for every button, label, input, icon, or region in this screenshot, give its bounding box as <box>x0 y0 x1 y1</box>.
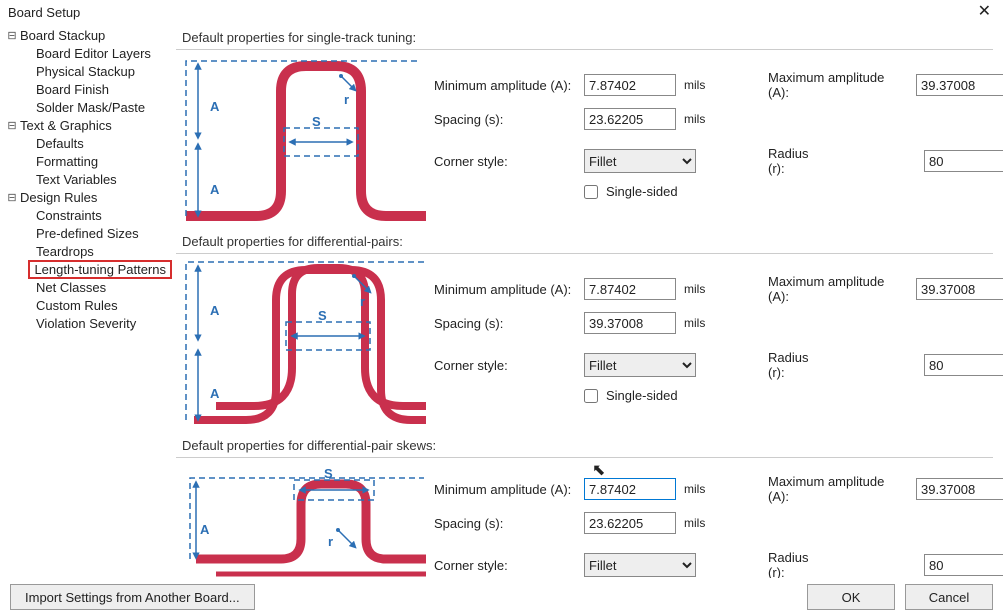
unit-mils: mils <box>684 78 710 92</box>
tree-item-violation-severity[interactable]: Violation Severity <box>6 314 172 332</box>
tree-item-design-rules[interactable]: ⊟Design Rules <box>6 188 172 206</box>
input-diff-min-amp[interactable] <box>584 278 676 300</box>
svg-text:S: S <box>324 466 333 481</box>
tree-item-custom-rules[interactable]: Custom Rules <box>6 296 172 314</box>
diagram-single-track: A A S r <box>176 56 426 226</box>
label-max-amp: Maximum amplitude (A): <box>768 70 908 100</box>
tree-item-length-tuning-patterns[interactable]: Length-tuning Patterns <box>6 260 172 278</box>
diagram-diff-pair: A A S r <box>176 260 426 430</box>
content-panel: Default properties for single-track tuni… <box>176 22 1003 578</box>
checkbox-diff-singlesided[interactable] <box>584 389 598 403</box>
tree-item-label: Teardrops <box>34 244 96 259</box>
input-single-radius[interactable] <box>924 150 1003 172</box>
tree-item-board-finish[interactable]: Board Finish <box>6 80 172 98</box>
input-single-max-amp[interactable] <box>916 74 1003 96</box>
tree-item-label: Defaults <box>34 136 86 151</box>
label-radius: Radius (r): <box>768 146 828 176</box>
section-header-single: Default properties for single-track tuni… <box>182 30 993 45</box>
select-single-corner[interactable]: Fillet <box>584 149 696 173</box>
svg-text:A: A <box>210 303 220 318</box>
tree-item-board-stackup[interactable]: ⊟Board Stackup <box>6 26 172 44</box>
window-title: Board Setup <box>8 5 80 20</box>
expander-icon[interactable]: ⊟ <box>6 29 18 42</box>
input-skew-spacing[interactable] <box>584 512 676 534</box>
tree-item-teardrops[interactable]: Teardrops <box>6 242 172 260</box>
tree-item-label: Length-tuning Patterns <box>28 260 172 279</box>
tree-item-label: Physical Stackup <box>34 64 137 79</box>
tree-item-label: Pre-defined Sizes <box>34 226 141 241</box>
tree-item-physical-stackup[interactable]: Physical Stackup <box>6 62 172 80</box>
tree-item-label: Constraints <box>34 208 104 223</box>
divider <box>176 457 993 458</box>
tree-item-text-variables[interactable]: Text Variables <box>6 170 172 188</box>
footer: Import Settings from Another Board... OK… <box>0 578 1003 616</box>
import-settings-button[interactable]: Import Settings from Another Board... <box>10 584 255 610</box>
input-skew-min-amp[interactable] <box>584 478 676 500</box>
tree-item-label: Text Variables <box>34 172 119 187</box>
expander-icon[interactable]: ⊟ <box>6 119 18 132</box>
label-r: r <box>344 92 349 107</box>
label-A: A <box>210 99 220 114</box>
label-A2: A <box>210 182 220 197</box>
tree-item-defaults[interactable]: Defaults <box>6 134 172 152</box>
input-single-min-amp[interactable] <box>584 74 676 96</box>
tree-item-solder-mask-paste[interactable]: Solder Mask/Paste <box>6 98 172 116</box>
input-single-spacing[interactable] <box>584 108 676 130</box>
input-skew-radius[interactable] <box>924 554 1003 576</box>
section-header-skew: Default properties for differential-pair… <box>182 438 993 453</box>
divider <box>176 49 993 50</box>
expander-icon[interactable]: ⊟ <box>6 191 18 204</box>
label-S: S <box>312 114 321 129</box>
tree-item-net-classes[interactable]: Net Classes <box>6 278 172 296</box>
input-diff-max-amp[interactable] <box>916 278 1003 300</box>
tree-item-label: Net Classes <box>34 280 108 295</box>
svg-text:r: r <box>360 294 365 309</box>
svg-text:r: r <box>328 534 333 549</box>
diagram-skew: A S r <box>176 464 426 578</box>
label-corner: Corner style: <box>434 154 576 169</box>
tree-item-label: Violation Severity <box>34 316 138 331</box>
label-min-amp: Minimum amplitude (A): <box>434 78 576 93</box>
svg-text:A: A <box>200 522 210 537</box>
tree-item-label: Text & Graphics <box>18 118 114 133</box>
svg-text:S: S <box>318 308 327 323</box>
ok-button[interactable]: OK <box>807 584 895 610</box>
tree-item-label: Board Finish <box>34 82 111 97</box>
nav-tree: ⊟Board StackupBoard Editor LayersPhysica… <box>0 22 176 578</box>
input-diff-spacing[interactable] <box>584 312 676 334</box>
input-diff-radius[interactable] <box>924 354 1003 376</box>
tree-item-label: Formatting <box>34 154 100 169</box>
label-single-sided: Single-sided <box>606 184 678 199</box>
tree-item-constraints[interactable]: Constraints <box>6 206 172 224</box>
tree-item-pre-defined-sizes[interactable]: Pre-defined Sizes <box>6 224 172 242</box>
close-icon[interactable]: ✕ <box>974 4 995 20</box>
svg-text:A: A <box>210 386 220 401</box>
tree-item-label: Board Editor Layers <box>34 46 153 61</box>
unit-mils: mils <box>684 112 710 126</box>
tree-item-label: Design Rules <box>18 190 99 205</box>
cancel-button[interactable]: Cancel <box>905 584 993 610</box>
select-skew-corner[interactable]: Fillet <box>584 553 696 577</box>
tree-item-board-editor-layers[interactable]: Board Editor Layers <box>6 44 172 62</box>
select-diff-corner[interactable]: Fillet <box>584 353 696 377</box>
tree-item-label: Custom Rules <box>34 298 120 313</box>
tree-item-label: Solder Mask/Paste <box>34 100 147 115</box>
checkbox-single-singlesided[interactable] <box>584 185 598 199</box>
section-header-diff: Default properties for differential-pair… <box>182 234 993 249</box>
input-skew-max-amp[interactable] <box>916 478 1003 500</box>
tree-item-text-graphics[interactable]: ⊟Text & Graphics <box>6 116 172 134</box>
tree-item-formatting[interactable]: Formatting <box>6 152 172 170</box>
label-spacing: Spacing (s): <box>434 112 576 127</box>
tree-item-label: Board Stackup <box>18 28 107 43</box>
divider <box>176 253 993 254</box>
